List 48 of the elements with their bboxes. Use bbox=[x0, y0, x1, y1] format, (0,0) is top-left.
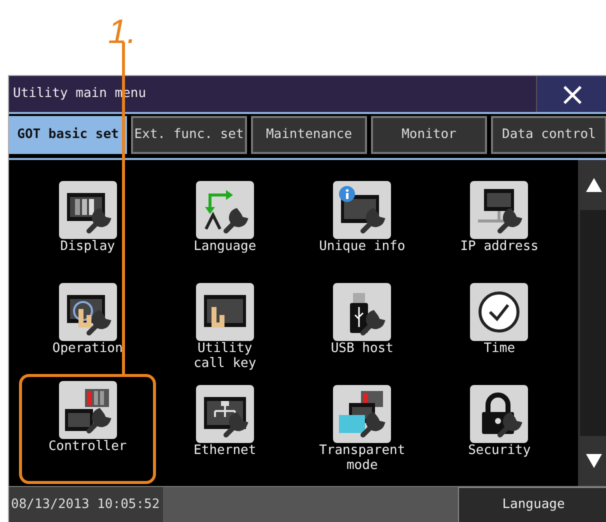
monitor-wrench-icon bbox=[58, 181, 117, 239]
menu-item-label: IP address bbox=[460, 239, 539, 254]
menu-item-label: Operation bbox=[52, 341, 123, 356]
tab[interactable]: Monitor bbox=[371, 116, 487, 154]
controller-monitor-icon bbox=[58, 381, 117, 439]
info-monitor-icon bbox=[333, 181, 392, 239]
menu-item-label: Ethernet bbox=[194, 443, 256, 458]
menu-item-label: Unique info bbox=[319, 239, 406, 254]
touch-monitor-icon bbox=[58, 283, 117, 341]
hand-monitor-icon bbox=[196, 283, 254, 341]
usb-stick-icon bbox=[333, 283, 392, 341]
menu-item[interactable]: Display bbox=[19, 174, 156, 276]
menu-item[interactable]: Ethernet bbox=[156, 378, 294, 480]
arrow-wrench-icon bbox=[196, 181, 254, 239]
scroll-down-button[interactable] bbox=[580, 436, 606, 486]
menu-item[interactable]: Transparent mode bbox=[294, 378, 431, 480]
menu-item[interactable]: Controller bbox=[19, 374, 156, 484]
down-arrow-icon bbox=[585, 453, 603, 469]
menu-item-label: USB host bbox=[330, 341, 394, 356]
menu-item-label: Time bbox=[484, 341, 516, 356]
tab[interactable]: GOT basic set bbox=[9, 116, 127, 154]
menu-item-label: Display bbox=[60, 239, 116, 254]
menu-item-label: Utility call key bbox=[194, 341, 256, 371]
scroll-up-button[interactable] bbox=[580, 160, 606, 210]
date-time: 08/13/2013 10:05:52 bbox=[9, 487, 163, 522]
tab[interactable]: Ext. func. set bbox=[131, 116, 247, 154]
monitors-wrench-icon bbox=[333, 385, 392, 443]
close-button[interactable]: × bbox=[536, 76, 606, 112]
menu-item-label: Transparent mode bbox=[319, 443, 406, 473]
network-monitor-icon bbox=[470, 181, 528, 239]
language-button[interactable]: Language bbox=[458, 487, 606, 522]
menu-item[interactable]: Time bbox=[430, 276, 568, 378]
tab[interactable]: Maintenance bbox=[251, 116, 367, 154]
menu-item[interactable]: Utility call key bbox=[156, 276, 294, 378]
menu-item[interactable]: Unique info bbox=[294, 174, 431, 276]
clock-icon bbox=[470, 283, 528, 341]
menu-item[interactable]: USB host bbox=[294, 276, 431, 378]
up-arrow-icon bbox=[585, 177, 603, 193]
network-monitor-icon bbox=[196, 385, 254, 443]
menu-item[interactable]: IP address bbox=[430, 174, 568, 276]
menu-item[interactable]: Security bbox=[430, 378, 568, 480]
tab[interactable]: Data control bbox=[491, 116, 606, 154]
menu-item-label: Security bbox=[468, 443, 531, 458]
annotation-label: 1. bbox=[108, 12, 136, 52]
menu-item-label: Controller bbox=[48, 439, 127, 454]
menu-item-label: Language bbox=[194, 239, 256, 254]
menu-item[interactable]: Language bbox=[156, 174, 294, 276]
padlock-icon bbox=[470, 385, 528, 443]
